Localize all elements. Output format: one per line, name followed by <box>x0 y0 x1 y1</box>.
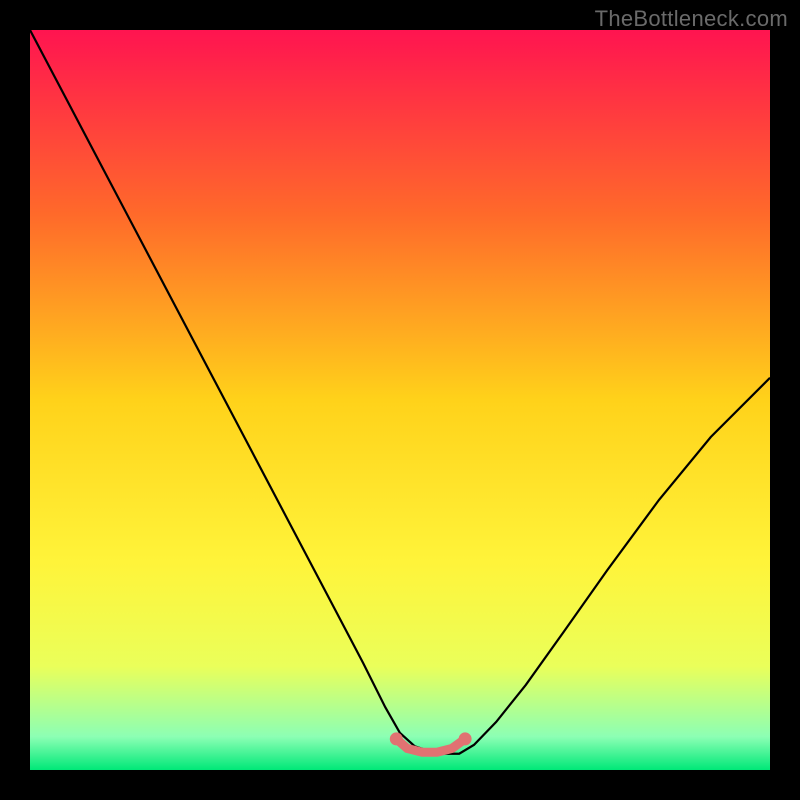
gradient-background <box>30 30 770 770</box>
chart-canvas <box>30 30 770 770</box>
optimal-band-endpoint <box>459 732 472 745</box>
watermark-label: TheBottleneck.com <box>595 6 788 32</box>
optimal-band-endpoint <box>390 732 403 745</box>
chart-frame: TheBottleneck.com <box>0 0 800 800</box>
plot-area <box>30 30 770 770</box>
